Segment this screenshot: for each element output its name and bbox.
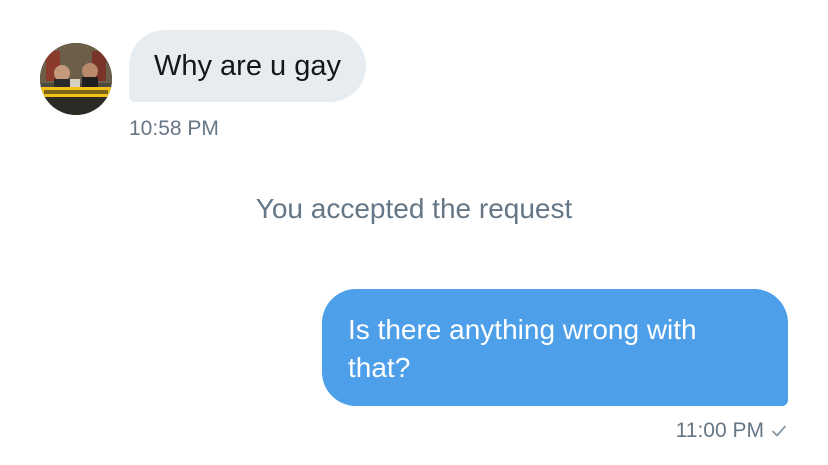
outgoing-message-meta: 11:00 PM [676,419,788,443]
check-icon [772,425,786,437]
request-accepted-note: You accepted the request [255,193,573,224]
incoming-message-bubble[interactable]: Why are u gay [129,30,366,102]
avatar-image [40,43,112,115]
incoming-message-timestamp: 10:58 PM [129,117,219,140]
outgoing-message-bubble[interactable]: Is there anything wrong with that? [322,289,788,406]
outgoing-message-text: Is there anything wrong with that? [348,314,697,383]
incoming-message-text: Why are u gay [154,49,341,82]
outgoing-message-timestamp: 11:00 PM [675,419,764,442]
sender-avatar[interactable] [40,43,112,115]
